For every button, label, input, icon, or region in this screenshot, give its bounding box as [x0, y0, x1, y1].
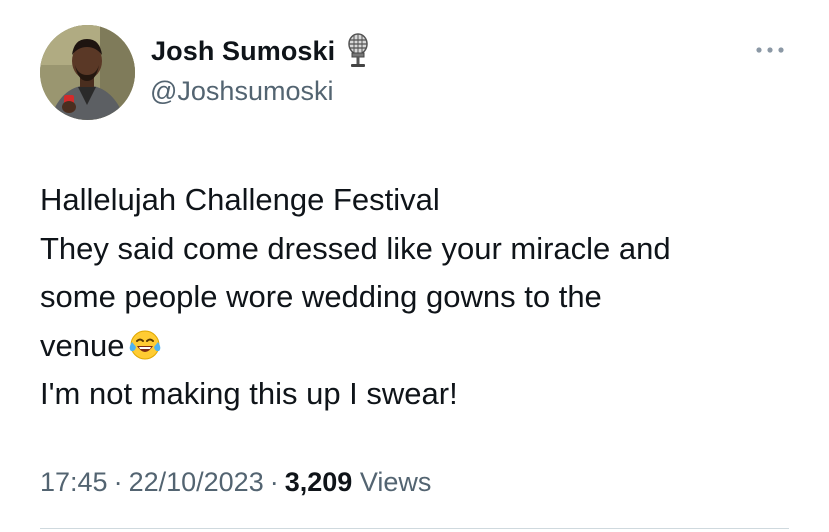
tweet-line-with-emoji: venue	[40, 322, 810, 371]
tweet-time[interactable]: 17:45	[40, 467, 108, 497]
avatar[interactable]	[40, 25, 135, 120]
face-with-tears-of-joy-icon	[130, 330, 161, 359]
tweet-line: Hallelujah Challenge Festival	[40, 182, 440, 217]
tweet-card: Josh Sumoski @Joshsumoski Hallelujah Cha…	[0, 0, 829, 532]
avatar-image	[40, 25, 135, 120]
views-count[interactable]: 3,209	[285, 467, 353, 497]
tweet-date[interactable]: 22/10/2023	[129, 467, 264, 497]
views-label: Views	[359, 467, 432, 497]
meta-separator: ·	[269, 467, 279, 497]
more-options-button[interactable]	[752, 40, 788, 60]
tweet-text: Hallelujah Challenge Festival They said …	[40, 176, 810, 419]
tweet-line: They said come dressed like your miracle…	[40, 230, 671, 266]
more-dots-icon	[756, 47, 784, 53]
author-name-row[interactable]: Josh Sumoski	[151, 33, 371, 69]
tweet-line: I'm not making this up I swear!	[40, 376, 458, 411]
tweet-line: some people wore wedding gowns to the	[40, 279, 602, 314]
tweet-line: venue	[40, 327, 125, 363]
tweet-meta: 17:45 · 22/10/2023 · 3,209 Views	[40, 467, 431, 498]
microphone-icon	[348, 33, 369, 67]
divider	[40, 528, 789, 529]
meta-separator: ·	[113, 467, 123, 497]
author-handle[interactable]: @Joshsumoski	[150, 76, 333, 107]
author-display-name[interactable]: Josh Sumoski	[151, 36, 335, 67]
